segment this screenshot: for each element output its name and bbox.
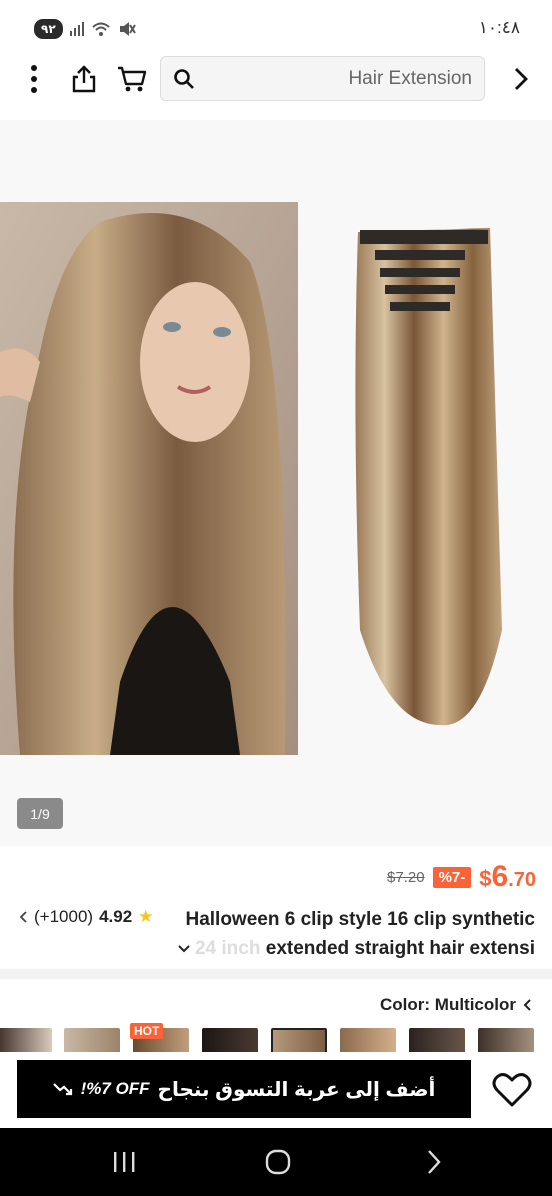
recent-apps-icon[interactable]	[110, 1144, 138, 1180]
product-gallery[interactable]: 1/9	[0, 120, 552, 846]
promo-text: !%7 OFF	[80, 1079, 150, 1098]
system-navigation-bar	[0, 1128, 552, 1196]
status-bar: ٩٢ ١٠:٤٨	[0, 0, 552, 58]
original-price: $7.20	[387, 868, 425, 886]
forward-arrow-icon[interactable]	[506, 56, 536, 102]
signal-icon	[69, 22, 84, 36]
color-swatch-selected[interactable]	[271, 1028, 327, 1054]
wishlist-heart-icon[interactable]	[488, 1067, 536, 1113]
product-photo-extensions	[330, 210, 530, 740]
color-swatch[interactable]	[340, 1028, 396, 1054]
back-icon[interactable]	[420, 1144, 448, 1180]
bottom-action-bar: !%7 OFF أضف إلى عربة التسوق بنجاح	[0, 1052, 552, 1128]
hot-tag: HOT	[130, 1023, 164, 1039]
review-count: (+1000)	[34, 907, 94, 926]
price-currency: $	[479, 866, 492, 891]
price-decimal: .70	[508, 869, 536, 891]
chevron-left-icon	[19, 911, 27, 923]
more-vertical-icon[interactable]	[18, 56, 50, 102]
search-icon	[174, 68, 194, 89]
discount-badge: %7-	[432, 866, 472, 888]
rating-score: 4.92	[99, 907, 133, 926]
section-divider	[0, 969, 552, 979]
color-swatch[interactable]	[478, 1028, 534, 1054]
title-line-2-text: extended straight hair extensi	[260, 938, 535, 959]
chevron-left-icon	[523, 999, 531, 1011]
color-swatch[interactable]	[64, 1028, 120, 1054]
color-label: Color: Multicolor	[380, 995, 516, 1014]
cart-icon[interactable]	[115, 56, 149, 102]
color-swatches	[0, 1028, 552, 1054]
mute-icon	[119, 22, 136, 36]
star-icon: ★	[138, 907, 154, 926]
product-photo-model	[0, 202, 298, 755]
search-bar[interactable]: Hair Extension	[160, 56, 485, 101]
rating-summary[interactable]: (+1000) 4.92 ★	[18, 907, 153, 927]
image-page-indicator: 1/9	[17, 798, 63, 829]
add-to-cart-button[interactable]: !%7 OFF أضف إلى عربة التسوق بنجاح	[17, 1060, 471, 1118]
add-to-cart-label: أضف إلى عربة التسوق بنجاح	[157, 1078, 436, 1101]
product-title[interactable]: Halloween 6 clip style 16 clip synthetic…	[175, 905, 535, 963]
top-nav: Hair Extension	[0, 56, 552, 104]
share-icon[interactable]	[68, 56, 100, 102]
color-swatch[interactable]	[202, 1028, 258, 1054]
title-line-2: 24 inch extended straight hair extensi	[175, 934, 535, 963]
color-swatch[interactable]	[0, 1028, 52, 1054]
battery-indicator: ٩٢	[34, 19, 63, 39]
sale-price: $6.70	[479, 860, 536, 894]
color-swatch[interactable]	[409, 1028, 465, 1054]
title-line-1: Halloween 6 clip style 16 clip synthetic	[185, 909, 535, 930]
status-icons: ٩٢	[34, 19, 136, 39]
color-selector-header[interactable]: Color: Multicolor	[380, 995, 532, 1015]
trending-down-icon	[52, 1083, 72, 1096]
price-row: $7.20 %7- $6.70	[387, 860, 536, 894]
chevron-down-icon[interactable]	[177, 944, 191, 954]
search-query: Hair Extension	[348, 67, 472, 89]
clock: ١٠:٤٨	[478, 18, 520, 37]
price-integer: 6	[491, 860, 509, 893]
wifi-icon	[91, 22, 110, 36]
title-faded-text: 24 inch	[194, 938, 261, 959]
home-icon[interactable]	[262, 1144, 294, 1180]
